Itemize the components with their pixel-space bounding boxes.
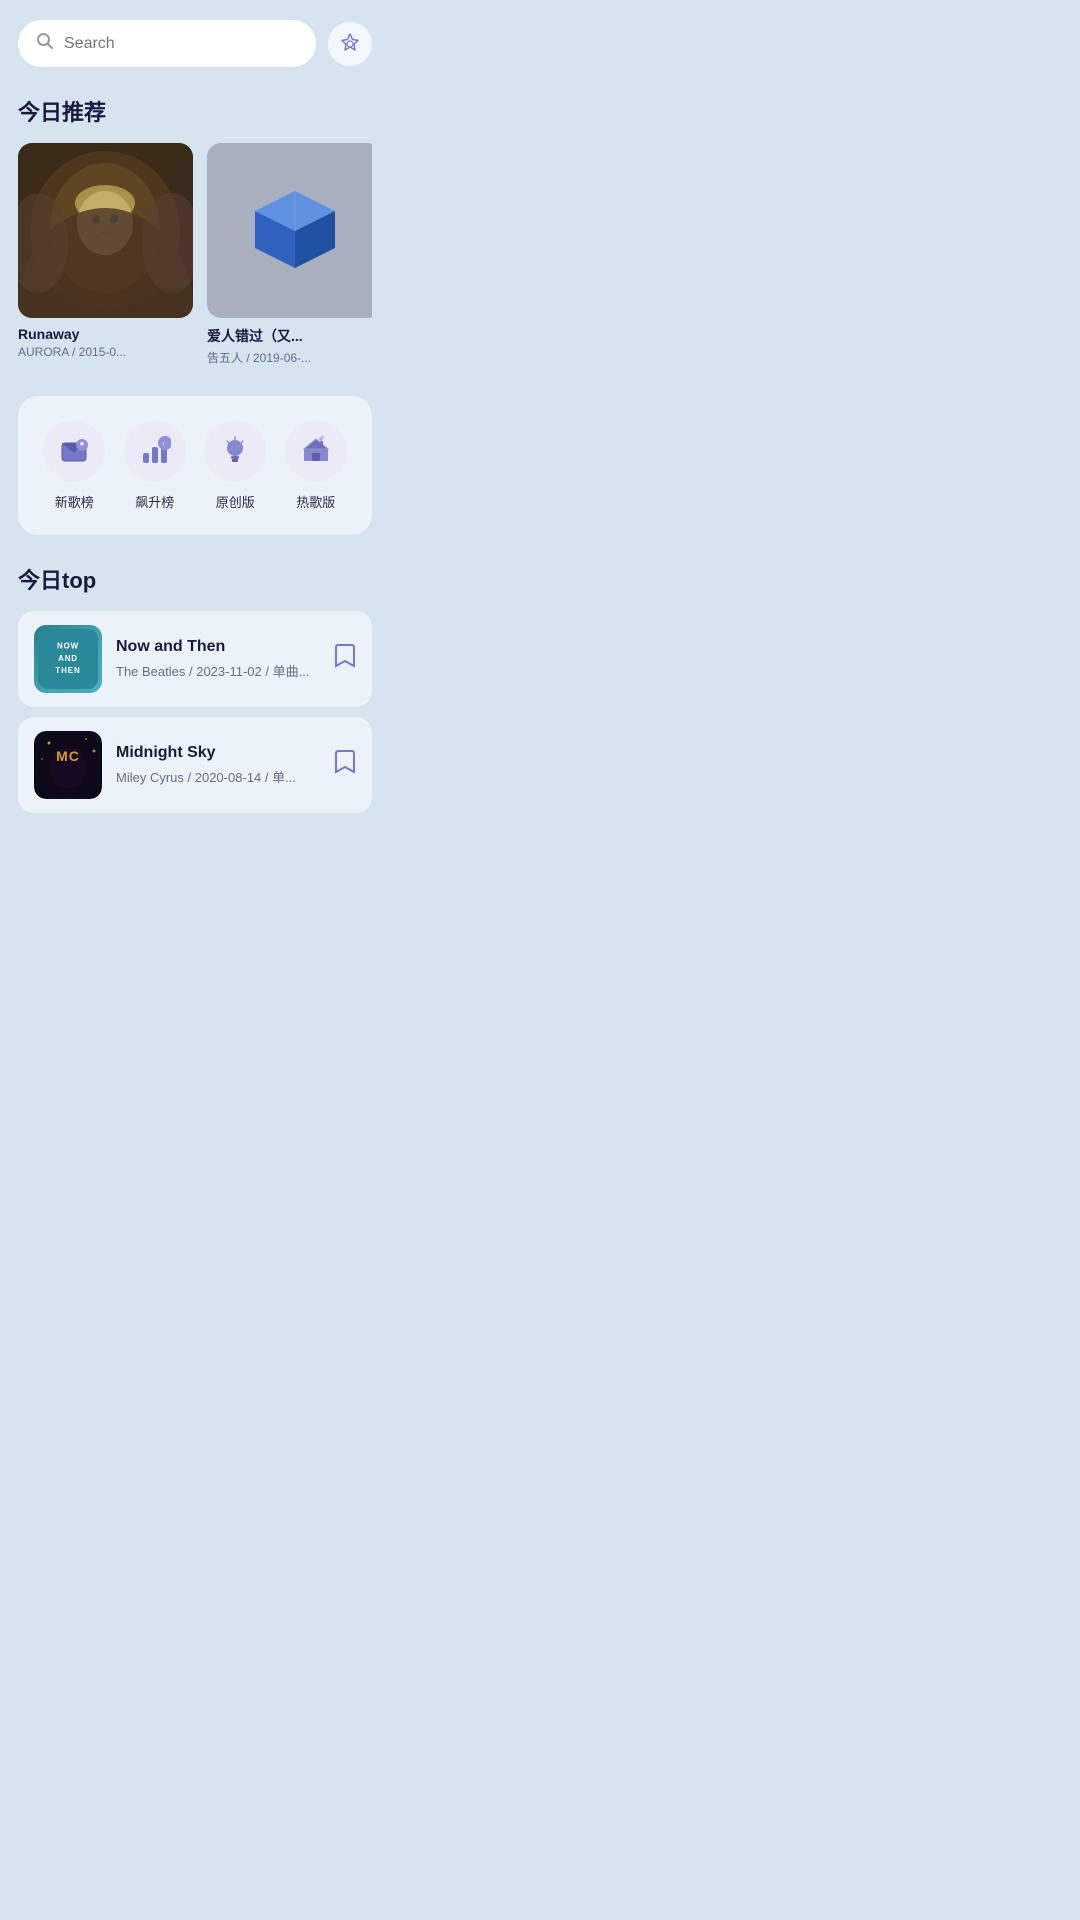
top-card-img-now-and-then: NOW AND THEN — [34, 625, 102, 693]
recommend-section: 今日推荐 — [18, 95, 372, 372]
bookmark-button-now-and-then[interactable] — [334, 643, 356, 675]
search-icon — [36, 32, 54, 55]
svg-text:↑: ↑ — [162, 441, 166, 448]
chart-label-hot: 热歌版 — [296, 492, 335, 511]
card-title-airen: 爱人错过（又... — [207, 326, 372, 346]
svg-text:NOW: NOW — [57, 641, 79, 650]
recommend-card-runaway[interactable]: Runaway AURORA / 2015-0... — [18, 143, 193, 366]
chart-icon-new-songs — [43, 420, 105, 482]
chart-item-new-songs[interactable]: 新歌榜 — [38, 420, 110, 511]
recommend-scroll: Runaway AURORA / 2015-0... — [18, 143, 372, 372]
top-card-info-midnight-sky: Midnight Sky Miley Cyrus / 2020-08-14 / … — [116, 744, 320, 786]
search-input-wrapper[interactable] — [18, 20, 316, 67]
top-card-img-midnight-sky: MC — [34, 731, 102, 799]
recommend-title: 今日推荐 — [18, 95, 372, 127]
card-sub-runaway: AURORA / 2015-0... — [18, 345, 193, 359]
star-button[interactable] — [328, 22, 372, 66]
card-title-runaway: Runaway — [18, 326, 193, 342]
chart-icon-original — [204, 420, 266, 482]
top-card-title-now-and-then: Now and Then — [116, 638, 320, 656]
cover-nowandthen: NOW AND THEN — [34, 625, 102, 693]
chart-item-original[interactable]: 原创版 — [199, 420, 271, 511]
chart-icon-rising: ↑ — [124, 420, 186, 482]
top-card-title-midnight-sky: Midnight Sky — [116, 744, 320, 762]
top-card-midnight-sky[interactable]: MC Midnight Sky Miley Cyrus / 2020-08-14… — [18, 717, 372, 813]
chart-label-rising: 飙升榜 — [135, 492, 174, 511]
search-input[interactable] — [64, 35, 298, 53]
chart-label-new-songs: 新歌榜 — [55, 492, 94, 511]
svg-text:MC: MC — [56, 748, 80, 764]
top-section: 今日top NOW AND — [18, 563, 372, 813]
top-card-info-now-and-then: Now and Then The Beatles / 2023-11-02 / … — [116, 638, 320, 680]
recommend-card-airen[interactable]: 爱人错过（又... 告五人 / 2019-06-... — [207, 143, 372, 366]
svg-text:AND: AND — [58, 654, 78, 663]
top-section-title: 今日top — [18, 563, 372, 595]
svg-text:THEN: THEN — [55, 666, 80, 675]
top-card-sub-now-and-then: The Beatles / 2023-11-02 / 单曲... — [116, 661, 320, 680]
chart-icon-hot — [285, 420, 347, 482]
chart-item-rising[interactable]: ↑ 飙升榜 — [119, 420, 191, 511]
chart-label-original: 原创版 — [216, 492, 255, 511]
recommend-card-img-runaway — [18, 143, 193, 318]
top-card-sub-midnight-sky: Miley Cyrus / 2020-08-14 / 单... — [116, 767, 320, 786]
chart-item-hot[interactable]: 热歌版 — [280, 420, 352, 511]
top-card-now-and-then[interactable]: NOW AND THEN Now and Then The Beatles / … — [18, 611, 372, 707]
card-sub-airen: 告五人 / 2019-06-... — [207, 349, 372, 366]
bookmark-button-midnight-sky[interactable] — [334, 749, 356, 781]
recommend-card-img-airen — [207, 143, 372, 318]
top-list: NOW AND THEN Now and Then The Beatles / … — [18, 611, 372, 813]
search-bar — [18, 20, 372, 67]
chart-section: 新歌榜 ↑ 飙升榜 — [18, 396, 372, 535]
